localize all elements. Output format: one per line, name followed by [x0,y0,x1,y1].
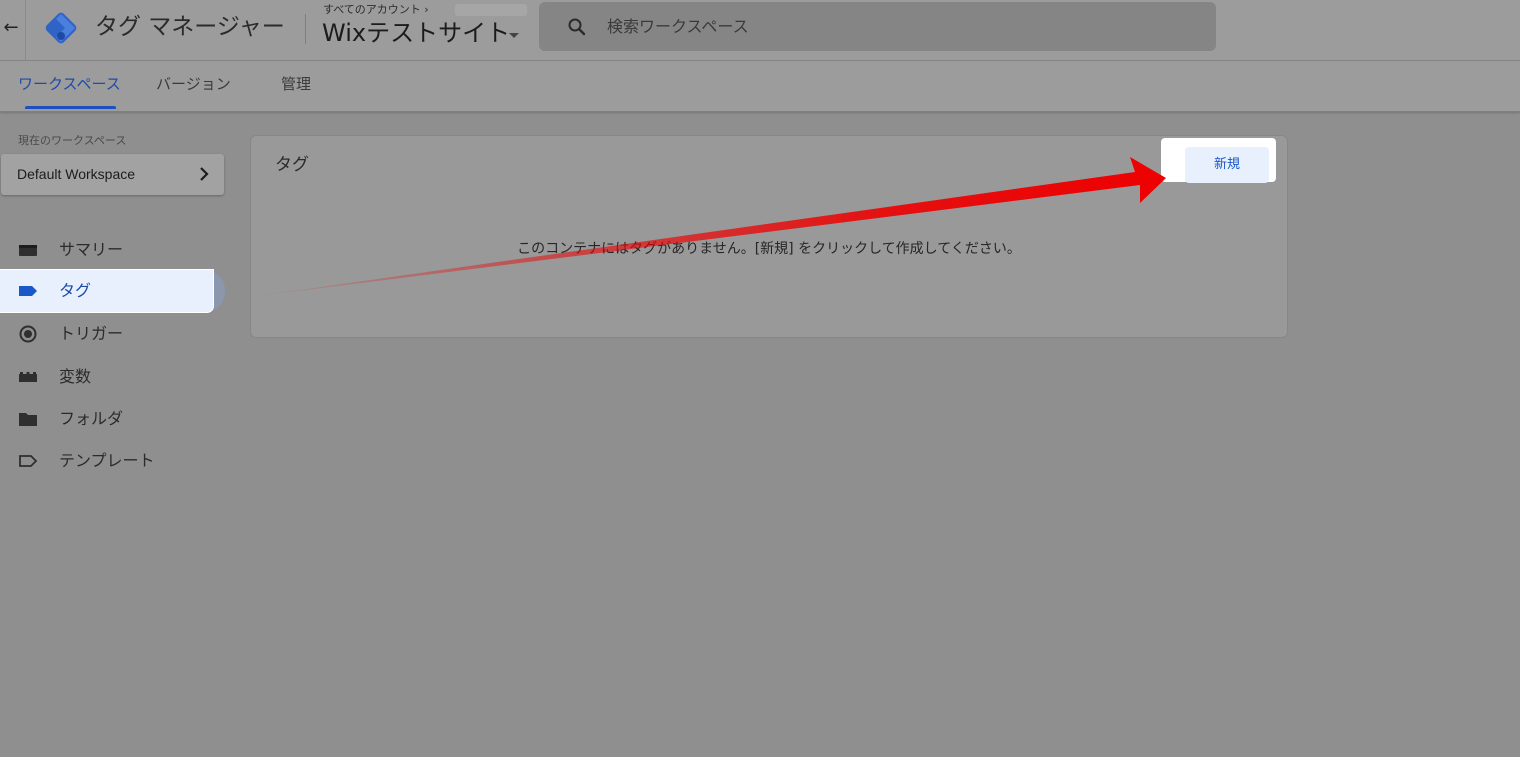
redacted-account-name [455,4,527,16]
top-app-bar: ← タグ マネージャー すべてのアカウント › Wixテストサイト 検索ワークス… [0,0,1520,61]
template-icon [19,455,38,467]
search-bar[interactable]: 検索ワークスペース [539,2,1216,51]
sidebar-item-label: トリガー [59,324,124,343]
caret-down-icon[interactable] [509,33,519,38]
empty-state-message: このコンテナにはタグがありません。[新規] をクリックして作成してください。 [517,241,1021,257]
sidebar-item-label: フォルダ [59,409,124,428]
tab-workspace[interactable]: ワークスペース [18,73,121,95]
tag-icon [19,286,37,296]
folder-icon [19,413,37,426]
divider [305,14,306,44]
sidebar-item-folders[interactable]: フォルダ [0,398,213,440]
app-name[interactable]: タグ マネージャー [95,12,285,42]
workspace-name: Default Workspace [17,166,136,182]
search-icon [568,18,586,36]
search-input[interactable]: 検索ワークスペース [607,16,749,38]
card-title: タグ [275,155,309,175]
tab-versions[interactable]: バージョン [156,73,231,95]
sidebar-item-templates[interactable]: テンプレート [0,440,213,482]
summary-icon [19,245,37,256]
workspace-selector[interactable]: Default Workspace [1,154,224,195]
container-selector[interactable]: Wixテストサイト [322,17,510,49]
sidebar-item-label: テンプレート [59,451,155,470]
arrow-left-icon[interactable]: ← [2,16,20,40]
new-tag-button[interactable]: 新規 [1185,147,1269,183]
current-workspace-label: 現在のワークスペース [18,134,127,147]
breadcrumb[interactable]: すべてのアカウント › [323,2,429,18]
sidebar-item-label: サマリー [59,240,124,259]
annotation-arrow [250,157,1166,297]
variables-icon [19,372,37,382]
sidebar-item-summary[interactable]: サマリー [0,229,213,271]
trigger-icon [19,325,37,343]
sidebar-item-tags[interactable]: タグ [0,270,213,312]
sidebar-item-triggers[interactable]: トリガー [0,313,213,355]
tag-manager-logo-icon[interactable] [44,11,78,45]
sidebar-item-label: タグ [59,281,92,300]
workspace-tabs: ワークスペース バージョン 管理 [0,61,1520,112]
tags-card: タグ このコンテナにはタグがありません。[新規] をクリックして作成してください… [250,135,1288,338]
tab-admin[interactable]: 管理 [281,73,311,95]
sidebar-item-variables[interactable]: 変数 [0,356,213,398]
divider [25,0,26,60]
active-tab-indicator [25,106,116,109]
sidebar-item-label: 変数 [59,367,92,386]
chevron-right-icon [200,167,209,181]
